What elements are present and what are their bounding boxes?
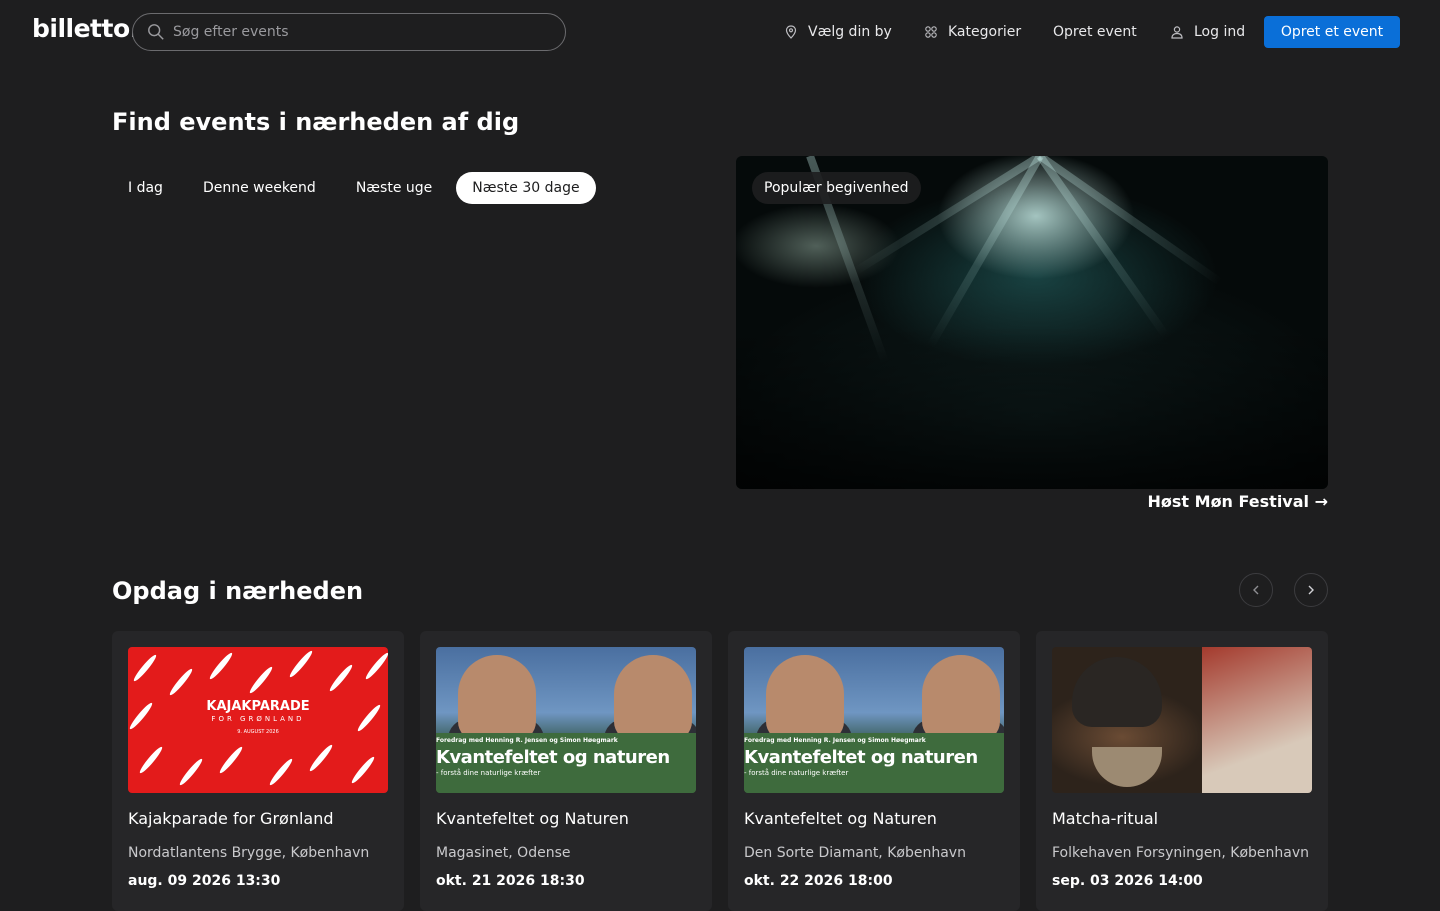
image-line-2: Kvantefeltet og naturen xyxy=(436,747,670,768)
image-line-3: - forstå dine naturlige kræfter xyxy=(744,769,849,777)
event-date: aug. 09 2026 13:30 xyxy=(128,873,281,889)
categories-menu[interactable]: Kategorier xyxy=(924,16,1021,48)
image-line-1: Foredrag med Henning R. Jensen og Simon … xyxy=(436,737,618,744)
create-event-link[interactable]: Opret event xyxy=(1053,16,1137,48)
event-image xyxy=(1052,647,1312,793)
image-line-3: - forstå dine naturlige kræfter xyxy=(436,769,541,777)
event-title: Matcha-ritual xyxy=(1052,809,1159,828)
billetto-logo[interactable]: billetto. xyxy=(32,12,139,50)
event-title: Kajakparade for Grønland xyxy=(128,809,334,828)
image-date: 9. AUGUST 2026 xyxy=(237,729,279,735)
chevron-right-icon xyxy=(1308,585,1314,595)
featured-event-image[interactable]: Populær begivenhed xyxy=(736,156,1328,489)
event-card[interactable]: KAJAKPARADE FOR GRØNLAND 9. AUGUST 2026 … xyxy=(112,631,404,911)
top-header: billetto. Vælg din by Kategorier Opret e… xyxy=(0,0,1440,64)
city-selector[interactable]: Vælg din by xyxy=(784,16,892,48)
location-pin-icon xyxy=(785,25,797,39)
image-line-2: Kvantefeltet og naturen xyxy=(744,747,978,768)
image-heading: KAJAKPARADE xyxy=(206,699,310,714)
search-icon xyxy=(148,24,164,40)
chevron-left-icon xyxy=(1253,585,1259,595)
discover-title: Opdag i nærheden xyxy=(112,577,364,605)
date-filter-tabs: I dag Denne weekend Næste uge Næste 30 d… xyxy=(128,172,604,204)
search-bar[interactable] xyxy=(132,13,566,51)
tab-this-weekend[interactable]: Denne weekend xyxy=(187,172,332,204)
event-date: sep. 03 2026 14:00 xyxy=(1052,873,1203,889)
image-line-1: Foredrag med Henning R. Jensen og Simon … xyxy=(744,737,926,744)
user-icon xyxy=(1171,26,1183,39)
event-location: Nordatlantens Brygge, København xyxy=(128,845,370,861)
login-label: Log ind xyxy=(1194,24,1246,40)
hero-title: Find events i nærheden af dig xyxy=(112,108,520,136)
popular-event-badge: Populær begivenhed xyxy=(752,172,921,204)
event-image: Foredrag med Henning R. Jensen og Simon … xyxy=(436,647,696,793)
image-subheading: FOR GRØNLAND xyxy=(211,715,305,723)
carousel-prev-button[interactable] xyxy=(1239,573,1273,607)
login-link[interactable]: Log ind xyxy=(1170,16,1245,48)
event-image: Foredrag med Henning R. Jensen og Simon … xyxy=(744,647,1004,793)
event-image: KAJAKPARADE FOR GRØNLAND 9. AUGUST 2026 xyxy=(128,647,388,793)
event-title: Kvantefeltet og Naturen xyxy=(744,809,937,828)
tab-today[interactable]: I dag xyxy=(112,172,179,204)
event-title: Kvantefeltet og Naturen xyxy=(436,809,629,828)
event-location: Magasinet, Odense xyxy=(436,845,571,861)
event-location: Den Sorte Diamant, København xyxy=(744,845,966,861)
tab-next-week[interactable]: Næste uge xyxy=(340,172,448,204)
event-card[interactable]: Foredrag med Henning R. Jensen og Simon … xyxy=(420,631,712,911)
carousel-next-button[interactable] xyxy=(1294,573,1328,607)
event-location: Folkehaven Forsyningen, København xyxy=(1052,845,1309,861)
categories-label: Kategorier xyxy=(948,24,1022,40)
grid-icon xyxy=(925,26,937,38)
event-date: okt. 22 2026 18:00 xyxy=(744,873,893,889)
tab-next-30-days[interactable]: Næste 30 dage xyxy=(456,172,596,204)
event-card[interactable]: Matcha-ritual Folkehaven Forsyningen, Kø… xyxy=(1036,631,1328,911)
city-label: Vælg din by xyxy=(808,24,892,40)
create-an-event-button[interactable]: Opret et event xyxy=(1264,16,1400,48)
event-card[interactable]: Foredrag med Henning R. Jensen og Simon … xyxy=(728,631,1020,911)
search-input[interactable] xyxy=(173,24,553,40)
featured-event-link[interactable]: Høst Møn Festival → xyxy=(1148,492,1328,511)
event-date: okt. 21 2026 18:30 xyxy=(436,873,585,889)
